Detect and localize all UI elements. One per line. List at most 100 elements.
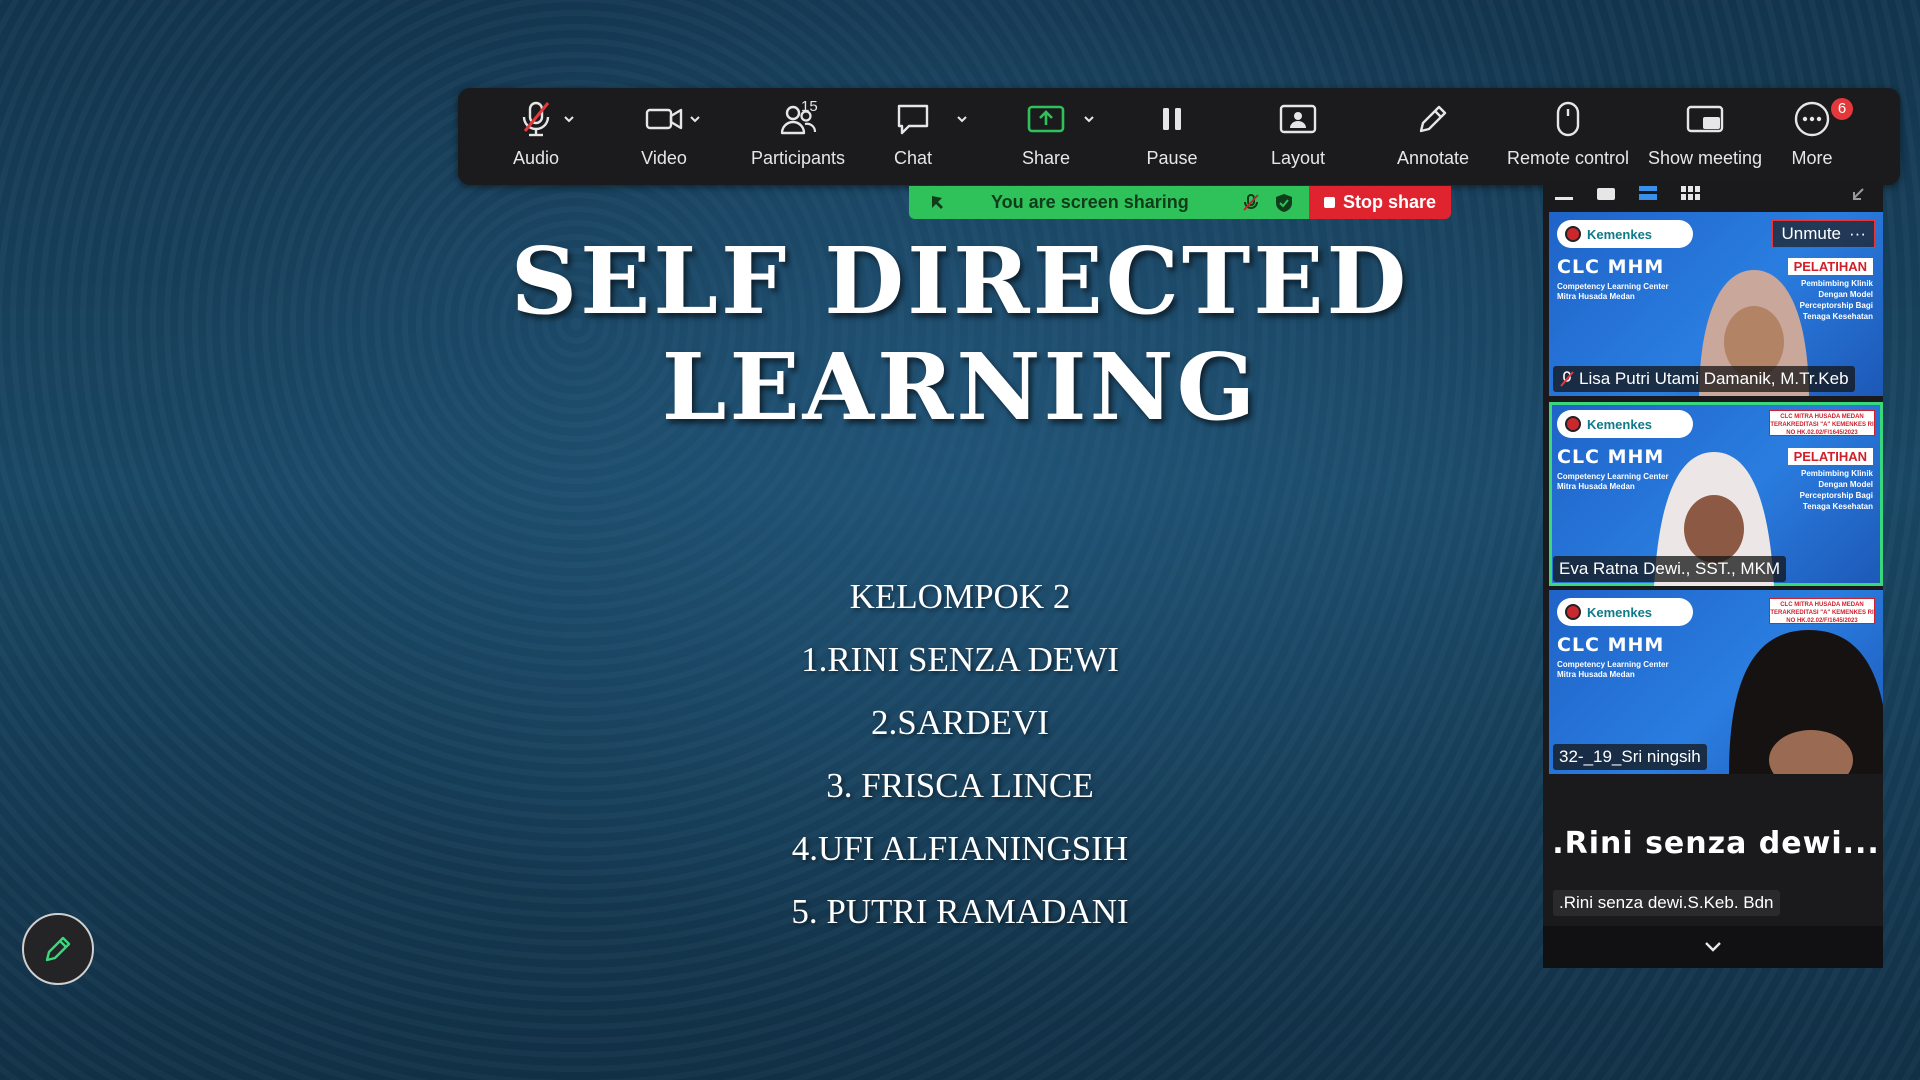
participant-name-tag: 32-_19_Sri ningsih [1553, 744, 1707, 770]
chat-bubble-icon [895, 88, 931, 150]
clc-subtitle-line: Mitra Husada Medan [1557, 670, 1635, 679]
kemenkes-label: Kemenkes [1587, 416, 1653, 432]
chat-button[interactable]: Chat [873, 88, 953, 185]
stop-share-button[interactable]: Stop share [1309, 186, 1451, 219]
pause-icon [1157, 88, 1187, 150]
clc-subtitle-line: Mitra Husada Medan [1557, 292, 1635, 301]
badge-line: TERAKREDITASI "A" KEMENKES RI [1770, 610, 1874, 616]
chevron-down-icon[interactable] [955, 112, 969, 126]
meeting-toolbar: Audio Video Participants 15 Chat Share P… [458, 88, 1900, 185]
slide-title-line-1: SELF DIRECTED [510, 227, 1410, 335]
stop-icon [1323, 197, 1335, 208]
participant-name-tag: Lisa Putri Utami Damanik, M.Tr.Keb [1553, 366, 1855, 392]
audio-label: Audio [512, 148, 560, 168]
slide-list-item: 1.RINI SENZA DEWI [801, 640, 1119, 679]
screen-sharing-banner[interactable]: You are screen sharing [909, 186, 1309, 219]
more-options-icon[interactable]: ··· [1849, 221, 1866, 247]
video-tile-sri[interactable]: Kemenkes CLC MITRA HUSADA MEDAN TERAKREDI… [1549, 590, 1883, 774]
video-tile-eva[interactable]: Kemenkes CLC MITRA HUSADA MEDAN TERAKREDI… [1549, 402, 1883, 586]
kemenkes-logo-icon [1565, 416, 1581, 432]
chevron-down-icon[interactable] [1082, 112, 1096, 126]
annotate-button[interactable]: Annotate [1383, 88, 1483, 185]
participant-video [1729, 630, 1883, 774]
video-button[interactable]: Video [624, 88, 704, 185]
video-camera-icon [644, 88, 684, 150]
clc-subtitle: Competency Learning Center Mitra Husada M… [1557, 660, 1669, 680]
video-label: Video [641, 148, 687, 168]
slide-list-item: 3. FRISCA LINCE [826, 766, 1094, 805]
kemenkes-banner: Kemenkes [1557, 410, 1693, 438]
more-icon [1793, 88, 1831, 150]
clc-title: CLC MHM [1557, 256, 1665, 278]
layout-button[interactable]: Layout [1258, 88, 1338, 185]
kemenkes-banner: Kemenkes [1557, 598, 1693, 626]
microphone-muted-icon [519, 88, 553, 150]
audio-button[interactable]: Audio [496, 88, 576, 185]
active-speaker-view-icon[interactable] [1637, 184, 1659, 202]
participant-name-tag: .Rini senza dewi.S.Keb. Bdn [1553, 890, 1780, 916]
remote-control-button[interactable]: Remote control [1492, 88, 1644, 185]
unmute-button[interactable]: Unmute ··· [1772, 220, 1875, 248]
drag-handle-icon[interactable] [927, 193, 947, 213]
pencil-icon [1415, 88, 1451, 150]
accreditation-badge: CLC MITRA HUSADA MEDAN TERAKREDITASI "A" … [1769, 410, 1875, 436]
kemenkes-logo-icon [1565, 604, 1581, 620]
kemenkes-logo-icon [1565, 226, 1581, 242]
badge-line: NO HK.02.02/F/1645/2023 [1786, 618, 1858, 624]
shield-icon[interactable] [1274, 193, 1294, 213]
participants-count: 15 [801, 98, 818, 115]
pause-label: Pause [1146, 148, 1198, 168]
collapse-icon[interactable] [1849, 186, 1867, 204]
slide-title-line-2: LEARNING [661, 333, 1259, 441]
microphone-muted-icon [1560, 371, 1574, 387]
slide-title: SELF DIRECTED LEARNING [380, 228, 1540, 440]
gallery-view-icon[interactable] [1679, 184, 1701, 202]
kemenkes-label: Kemenkes [1587, 226, 1653, 242]
screen-sharing-text: You are screen sharing [991, 192, 1189, 212]
chat-label: Chat [893, 148, 933, 168]
share-button[interactable]: Share [1006, 88, 1086, 185]
participant-name: 32-_19_Sri ningsih [1559, 747, 1701, 766]
stop-share-label: Stop share [1342, 192, 1437, 212]
share-label: Share [1021, 148, 1071, 168]
minimize-icon[interactable] [1553, 188, 1575, 202]
participants-button[interactable]: Participants [728, 88, 868, 185]
chevron-down-icon[interactable] [688, 112, 702, 126]
video-panel-expand[interactable] [1543, 926, 1883, 968]
annotation-pen-button[interactable] [22, 913, 94, 985]
pelatihan-label: PELATIHAN [1787, 448, 1873, 465]
screen-share-stage: SELF DIRECTED LEARNING KELOMPOK 2 1.RINI… [0, 0, 1920, 1080]
share-screen-icon [1026, 88, 1066, 150]
badge-line: NO HK.02.02/F/1645/2023 [1786, 430, 1858, 436]
remote-control-label: Remote control [1506, 148, 1630, 168]
pelatihan-description: Pembimbing Klinik Dengan Model Perceptor… [1799, 469, 1873, 511]
slide-list-item: KELOMPOK 2 [849, 577, 1071, 616]
chevron-down-icon[interactable] [1701, 939, 1725, 955]
kemenkes-banner: Kemenkes [1557, 220, 1693, 248]
mouse-icon [1553, 88, 1583, 150]
slide-list-item: 5. PUTRI RAMADANI [791, 892, 1129, 931]
participant-display-name: .Rini senza dewi... [1552, 826, 1880, 861]
pencil-icon [45, 936, 71, 962]
show-meeting-label: Show meeting [1647, 148, 1763, 168]
kemenkes-label: Kemenkes [1587, 604, 1653, 620]
microphone-muted-icon[interactable] [1241, 193, 1261, 213]
show-meeting-button[interactable]: Show meeting [1635, 88, 1775, 185]
more-notification-badge: 6 [1831, 98, 1853, 120]
badge-line: CLC MITRA HUSADA MEDAN [1780, 414, 1864, 420]
slide-list-item: 2.SARDEVI [871, 703, 1049, 742]
badge-line: CLC MITRA HUSADA MEDAN [1780, 602, 1864, 608]
video-tile-rini[interactable]: .Rini senza dewi... .Rini senza dewi.S.K… [1549, 776, 1883, 926]
chevron-down-icon[interactable] [562, 112, 576, 126]
video-panel: Kemenkes CLC MHM Competency Learning Cen… [1543, 180, 1883, 968]
participants-label: Participants [750, 148, 846, 168]
accreditation-badge: CLC MITRA HUSADA MEDAN TERAKREDITASI "A" … [1769, 598, 1875, 624]
clc-subtitle-line: Competency Learning Center [1557, 282, 1669, 291]
pause-share-button[interactable]: Pause [1132, 88, 1212, 185]
slide-member-list: KELOMPOK 2 1.RINI SENZA DEWI 2.SARDEVI 3… [660, 572, 1260, 950]
participant-name-tag: Eva Ratna Dewi., SST., MKM [1553, 556, 1787, 582]
video-tile-lisa[interactable]: Kemenkes CLC MHM Competency Learning Cen… [1549, 212, 1883, 396]
layout-label: Layout [1270, 148, 1326, 168]
layout-icon [1278, 88, 1318, 150]
single-video-icon[interactable] [1595, 186, 1617, 202]
